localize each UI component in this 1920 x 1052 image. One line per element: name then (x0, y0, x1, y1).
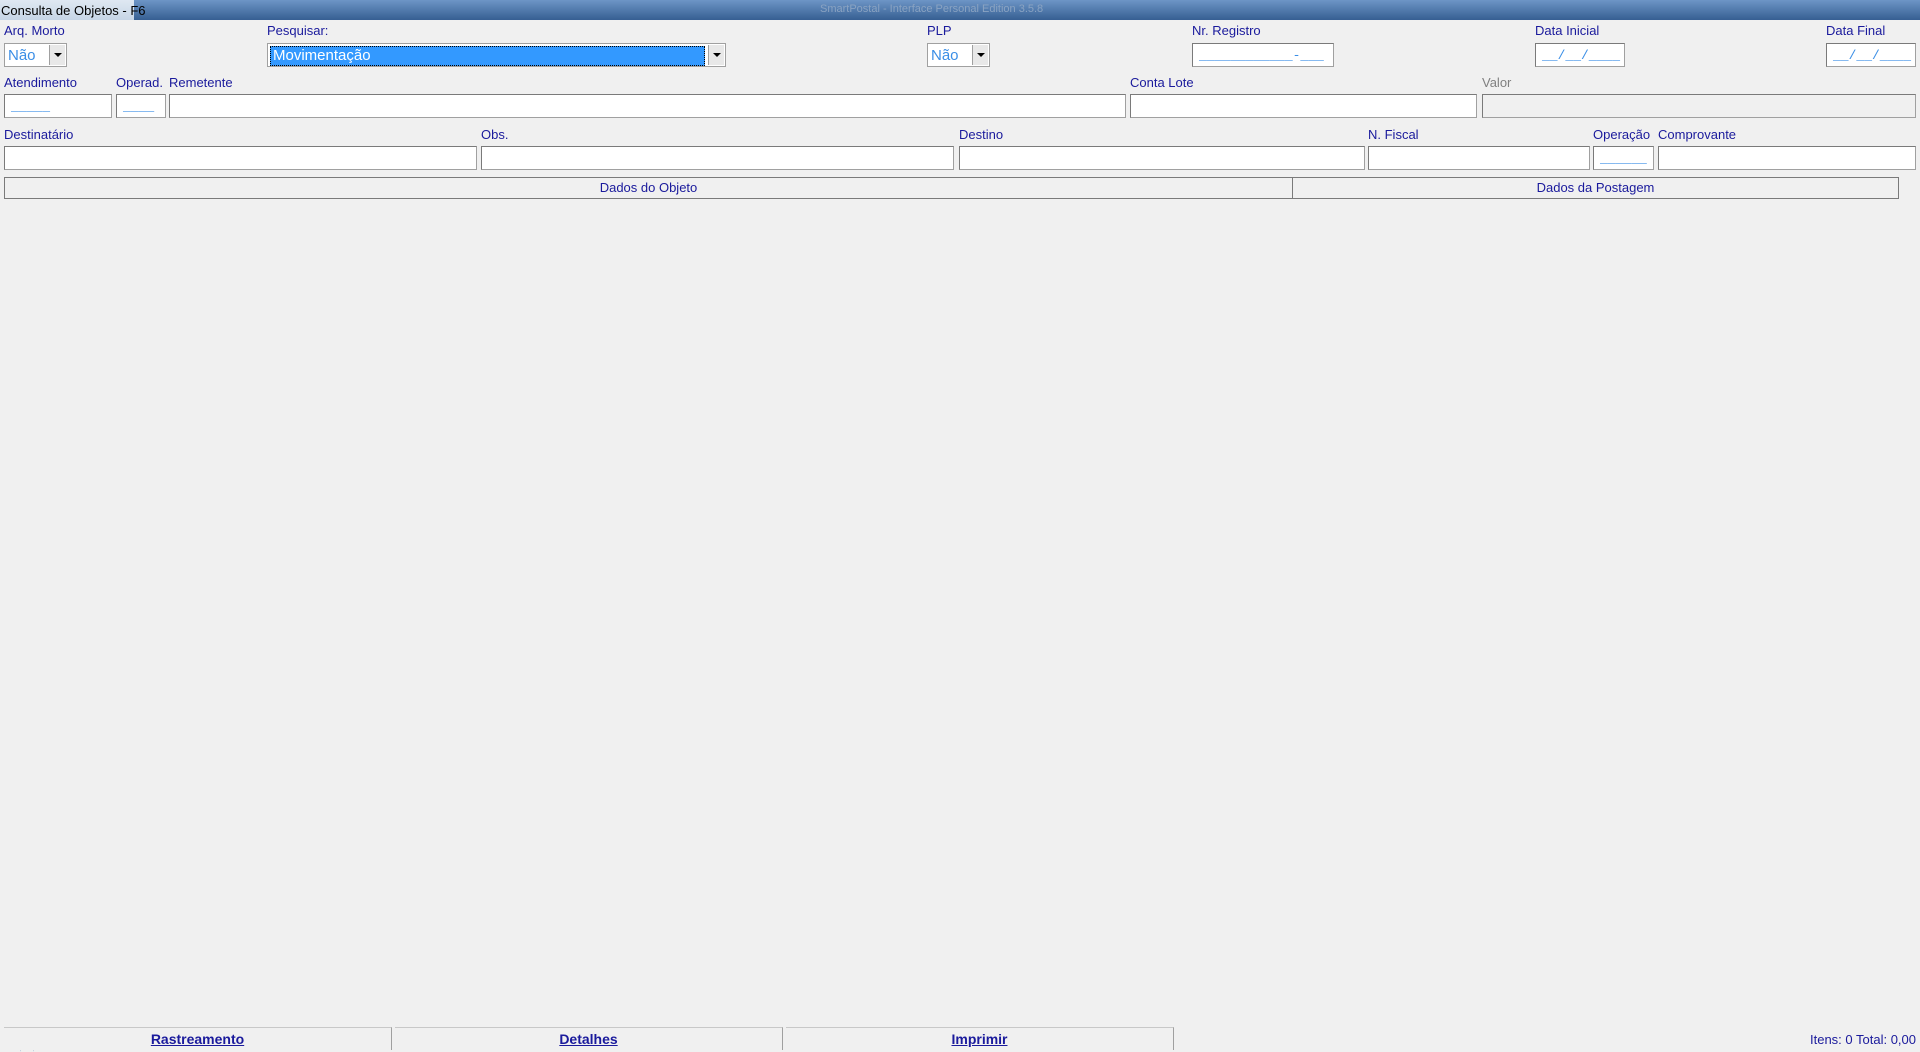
destinatario-label: Destinatário (4, 127, 74, 142)
n-fiscal-label: N. Fiscal (1368, 127, 1419, 142)
plp-value: Não (931, 47, 959, 64)
operad-mask: ____ (123, 99, 155, 114)
status-totals: Itens: 0 Total: 0,00 (1810, 1032, 1916, 1047)
window-title: Consulta de Objetos - F6 (1, 3, 146, 18)
remetente-input[interactable] (169, 94, 1126, 118)
pesquisar-select[interactable]: Movimentação (267, 43, 726, 67)
n-fiscal-input[interactable] (1368, 146, 1590, 170)
operacao-label: Operação (1593, 127, 1651, 142)
data-inicial-label: Data Inicial (1535, 23, 1600, 38)
comprovante-label: Comprovante (1658, 127, 1737, 142)
destino-input[interactable] (959, 146, 1365, 170)
conta-lote-input[interactable] (1130, 94, 1477, 118)
detalhes-button[interactable]: Detalhes (395, 1027, 783, 1050)
rastreamento-label: Rastreamento (150, 1031, 245, 1047)
atendimento-mask: _____ (11, 99, 51, 114)
operad-input[interactable]: ____ (116, 94, 166, 118)
chevron-down-icon[interactable] (972, 45, 988, 65)
atendimento-input[interactable]: _____ (4, 94, 112, 118)
data-inicial-input[interactable]: __/__/____ (1535, 43, 1625, 67)
destino-label: Destino (959, 127, 1004, 142)
arq-morto-value: Não (8, 47, 36, 64)
chevron-down-icon[interactable] (49, 45, 65, 65)
arq-morto-label: Arq. Morto (4, 23, 65, 38)
pesquisar-value: Movimentação (270, 46, 705, 66)
remetente-label: Remetente (169, 75, 233, 90)
grid-header-dados-postagem[interactable]: Dados da Postagem (1292, 177, 1899, 199)
operacao-input[interactable]: ______ (1593, 146, 1654, 170)
nr-registro-label: Nr. Registro (1192, 23, 1261, 38)
background-app-title: SmartPostal - Interface Personal Edition… (820, 3, 1044, 15)
obs-input[interactable] (481, 146, 954, 170)
atendimento-label: Atendimento (4, 75, 77, 90)
data-final-mask: __/__/____ (1833, 48, 1912, 63)
grid-header-dados-objeto[interactable]: Dados do Objeto (4, 177, 1293, 199)
obs-label: Obs. (481, 127, 509, 142)
destinatario-input[interactable] (4, 146, 477, 170)
imprimir-label: Imprimir (951, 1031, 1008, 1047)
nr-registro-mask: ____________-___ (1199, 48, 1324, 63)
plp-select[interactable]: Não (927, 43, 990, 67)
comprovante-input[interactable] (1658, 146, 1916, 170)
arq-morto-select[interactable]: Não (4, 43, 67, 67)
conta-lote-label: Conta Lote (1130, 75, 1194, 90)
imprimir-button[interactable]: Imprimir (786, 1027, 1174, 1050)
data-final-label: Data Final (1826, 23, 1886, 38)
rastreamento-button[interactable]: Rastreamento (4, 1027, 392, 1050)
detalhes-label: Detalhes (559, 1031, 618, 1047)
pesquisar-label: Pesquisar: (267, 23, 329, 38)
chevron-down-icon[interactable] (708, 45, 724, 65)
operad-label: Operad. (116, 75, 163, 90)
plp-label: PLP (927, 23, 952, 38)
valor-input (1482, 94, 1916, 118)
nr-registro-input[interactable]: ____________-___ (1192, 43, 1334, 67)
valor-label: Valor (1482, 75, 1512, 90)
title-bar: Consulta de Objetos - F6 SmartPostal - I… (0, 0, 1920, 20)
data-inicial-mask: __/__/____ (1542, 48, 1621, 63)
operacao-mask: ______ (1600, 151, 1647, 166)
data-final-input[interactable]: __/__/____ (1826, 43, 1916, 67)
